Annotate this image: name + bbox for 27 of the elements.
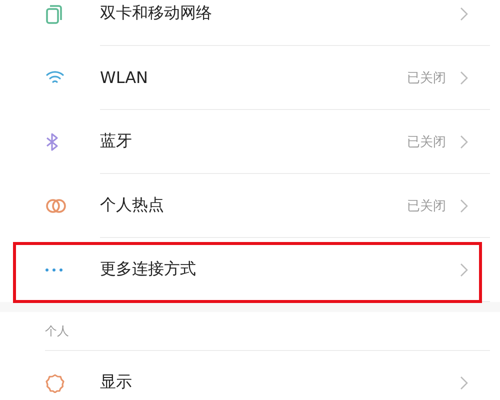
chevron-right-icon (460, 198, 468, 212)
chevron-right-icon (460, 262, 468, 276)
chevron-right-icon (460, 376, 468, 390)
row-label: 显示 (100, 372, 133, 393)
row-label: 蓝牙 (100, 131, 133, 152)
row-label: 双卡和移动网络 (100, 3, 213, 24)
status-text: 已关闭 (407, 198, 446, 214)
settings-row[interactable]: 个人热点 已关闭 (0, 174, 500, 238)
chevron-right-icon (460, 6, 468, 20)
chevron-right-icon (460, 70, 468, 84)
row-label: 更多连接方式 (100, 259, 197, 280)
status-text: 已关闭 (407, 70, 446, 86)
status-text: 已关闭 (407, 134, 446, 150)
settings-row[interactable]: 双卡和移动网络 (0, 0, 500, 46)
section-header: 个人 (45, 322, 69, 340)
wifi-icon (45, 70, 65, 86)
settings-row[interactable]: 显示 (0, 351, 500, 400)
chevron-right-icon (460, 134, 468, 148)
brightness-icon (45, 373, 65, 393)
row-label: 个人热点 (100, 195, 165, 216)
bluetooth-icon (45, 132, 59, 152)
settings-row[interactable]: WLAN 已关闭 (0, 46, 500, 110)
settings-row[interactable]: 蓝牙 已关闭 (0, 110, 500, 174)
hotspot-icon (45, 198, 67, 214)
more-dots-icon (45, 268, 63, 272)
row-label: WLAN (100, 68, 150, 87)
sim-cards-icon (45, 4, 63, 24)
